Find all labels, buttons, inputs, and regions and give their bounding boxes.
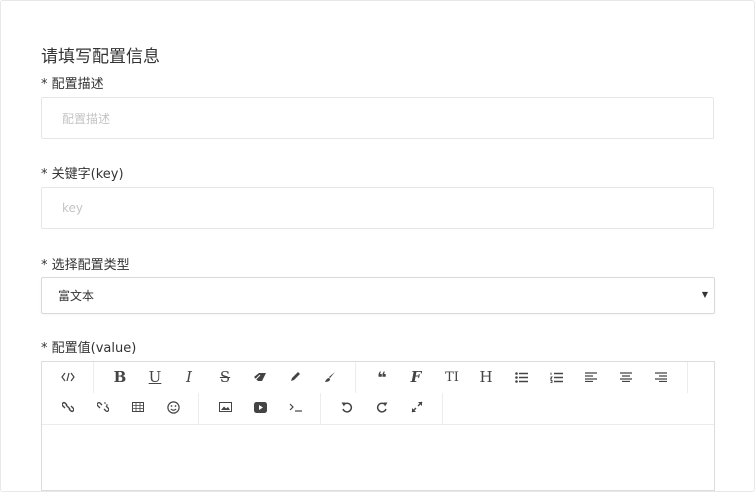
toolbar-separator bbox=[320, 393, 321, 424]
align-right-icon[interactable] bbox=[649, 366, 673, 388]
redo-icon[interactable] bbox=[370, 396, 394, 418]
image-icon[interactable] bbox=[213, 396, 237, 418]
emoji-icon[interactable] bbox=[161, 396, 185, 418]
terminal-icon[interactable] bbox=[283, 396, 307, 418]
pencil-icon[interactable] bbox=[283, 366, 307, 388]
type-label: * 选择配置类型 bbox=[41, 258, 130, 273]
italic-icon[interactable]: I bbox=[177, 366, 201, 388]
eraser-icon[interactable] bbox=[248, 366, 272, 388]
bold-icon[interactable]: B bbox=[108, 366, 132, 388]
unlink-icon[interactable] bbox=[91, 396, 115, 418]
chevron-down-icon: ▼ bbox=[701, 290, 708, 299]
numbered-list-icon[interactable] bbox=[544, 366, 568, 388]
description-placeholder: 配置描述 bbox=[62, 111, 111, 126]
text-size-icon[interactable]: TI bbox=[440, 366, 464, 388]
blockquote-icon[interactable]: ❝ bbox=[370, 366, 394, 388]
align-left-icon[interactable] bbox=[579, 366, 603, 388]
heading-icon[interactable]: H bbox=[474, 366, 498, 388]
bullet-list-icon[interactable] bbox=[509, 366, 533, 388]
undo-icon[interactable] bbox=[335, 396, 359, 418]
editor-toolbar: B U I S ❝ F TI H bbox=[42, 362, 714, 425]
key-placeholder: key bbox=[62, 201, 84, 215]
type-select[interactable]: 富文本 ▼ bbox=[41, 277, 715, 314]
page-title: 请填写配置信息 bbox=[41, 47, 160, 67]
key-label: * 关键字(key) bbox=[41, 167, 124, 182]
key-input[interactable]: key bbox=[41, 187, 714, 229]
description-input[interactable]: 配置描述 bbox=[41, 97, 714, 139]
toolbar-separator bbox=[442, 393, 443, 424]
video-icon[interactable] bbox=[248, 396, 272, 418]
fullscreen-icon[interactable] bbox=[405, 396, 429, 418]
brush-icon[interactable] bbox=[318, 366, 342, 388]
table-icon[interactable] bbox=[126, 396, 150, 418]
code-view-icon[interactable] bbox=[56, 366, 80, 388]
align-center-icon[interactable] bbox=[614, 366, 638, 388]
value-label: * 配置值(value) bbox=[41, 341, 137, 356]
description-label: * 配置描述 bbox=[41, 77, 104, 92]
toolbar-separator bbox=[687, 362, 688, 393]
toolbar-separator bbox=[93, 362, 94, 393]
strikethrough-icon[interactable]: S bbox=[213, 366, 237, 388]
config-form-panel: 请填写配置信息 * 配置描述 配置描述 * 关键字(key) key * 选择配… bbox=[0, 0, 755, 492]
toolbar-separator bbox=[198, 393, 199, 424]
underline-icon[interactable]: U bbox=[143, 366, 167, 388]
rich-text-editor[interactable]: B U I S ❝ F TI H bbox=[41, 361, 715, 491]
toolbar-separator bbox=[355, 362, 356, 393]
font-icon[interactable]: F bbox=[404, 366, 428, 388]
link-icon[interactable] bbox=[56, 396, 80, 418]
type-select-value: 富文本 bbox=[58, 289, 95, 303]
